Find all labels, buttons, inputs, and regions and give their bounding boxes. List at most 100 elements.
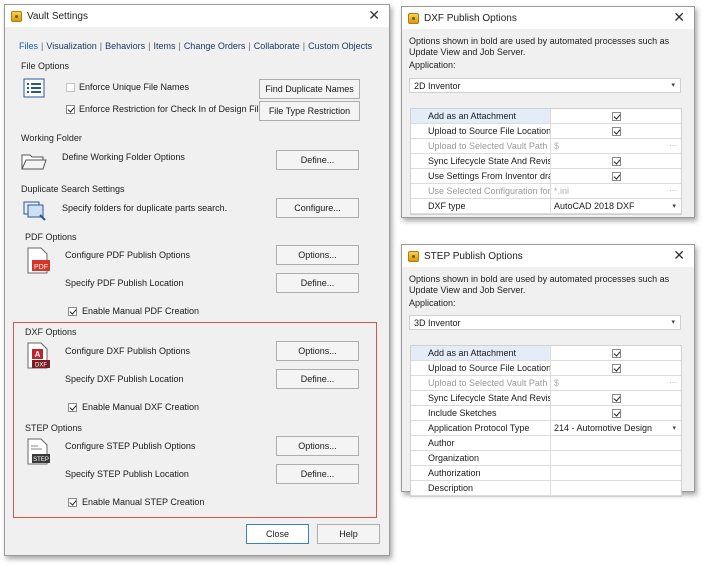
table-row[interactable]: Authorization <box>411 466 681 481</box>
row-label: Add as an Attachment <box>411 346 551 360</box>
step-application-label: Application: <box>409 298 456 308</box>
row-checkbox[interactable] <box>612 394 621 403</box>
close-icon[interactable]: ✕ <box>673 248 685 262</box>
row-value[interactable]: 214 - Automotive Design <box>554 423 652 433</box>
step-define-button[interactable]: Define... <box>276 464 359 484</box>
dxf-define-button[interactable]: Define... <box>276 369 359 389</box>
tab-files[interactable]: Files <box>19 41 38 51</box>
working-folder-text: Define Working Folder Options <box>62 152 185 162</box>
table-row[interactable]: Add as an Attachment <box>411 346 681 361</box>
row-label: Author <box>411 436 551 450</box>
row-label: Authorization <box>411 466 551 480</box>
folder-icon <box>21 154 47 170</box>
table-row[interactable]: Use Settings From Inventor dra... <box>411 169 681 184</box>
row-value: *.ini <box>554 186 570 196</box>
dxf-icon-letter: A <box>35 350 41 359</box>
table-row: Upload to Selected Vault Path $ ··· <box>411 139 681 154</box>
table-row: Use Selected Configuration for ... *.ini… <box>411 184 681 199</box>
manual-pdf-checkbox[interactable] <box>68 307 77 316</box>
row-value-editor[interactable] <box>551 436 681 450</box>
table-row[interactable]: Description <box>411 481 681 496</box>
step-title-bar: STEP Publish Options ✕ <box>402 245 694 267</box>
tab-change-orders[interactable]: Change Orders <box>184 41 246 51</box>
manual-pdf-label: Enable Manual PDF Creation <box>82 306 200 316</box>
ellipsis-icon: ··· <box>669 141 677 150</box>
row-label: Upload to Source File Location <box>411 361 551 375</box>
duplicate-search-icon <box>23 201 46 221</box>
tab-items[interactable]: Items <box>153 41 175 51</box>
manual-step-checkbox[interactable] <box>68 498 77 507</box>
pdf-icon-text: PDF <box>34 264 48 271</box>
row-label: Application Protocol Type <box>411 421 551 435</box>
manual-dxf-checkbox[interactable] <box>68 403 77 412</box>
row-value-editor[interactable] <box>551 451 681 465</box>
table-row[interactable]: Add as an Attachment <box>411 109 681 124</box>
close-button[interactable]: Close <box>246 524 309 544</box>
row-checkbox[interactable] <box>612 172 621 181</box>
row-checkbox[interactable] <box>612 349 621 358</box>
working-folder-label: Working Folder <box>21 133 82 143</box>
close-icon[interactable]: ✕ <box>673 10 685 24</box>
row-value: $ <box>554 378 560 388</box>
chevron-down-icon: ▾ <box>672 425 676 432</box>
row-value[interactable]: AutoCAD 2018 DXF <box>554 201 635 211</box>
dxf-app-icon <box>408 12 419 24</box>
table-row: Upload to Selected Vault Path $ ··· <box>411 376 681 391</box>
close-icon[interactable]: ✕ <box>368 8 380 22</box>
step-options-grid: Add as an Attachment Upload to Source Fi… <box>410 345 682 497</box>
step-file-icon: STEP <box>27 438 50 465</box>
step-application-value: 3D Inventor <box>414 317 461 328</box>
pdf-options-button[interactable]: Options... <box>276 245 359 265</box>
table-row[interactable]: Organization <box>411 451 681 466</box>
dxf-application-select[interactable]: 2D Inventor ▾ <box>409 78 681 93</box>
pdf-file-icon: PDF <box>27 247 50 274</box>
step-application-select[interactable]: 3D Inventor ▾ <box>409 315 681 330</box>
row-value-editor[interactable] <box>551 466 681 480</box>
table-row[interactable]: Upload to Source File Location <box>411 124 681 139</box>
dxf-dialog-title: DXF Publish Options <box>424 12 517 24</box>
step-icon-text: STEP <box>33 457 49 463</box>
dxf-options-label: DXF Options <box>25 327 77 337</box>
list-icon <box>23 78 45 98</box>
step-options-label: STEP Options <box>25 423 82 433</box>
row-checkbox[interactable] <box>612 364 621 373</box>
pdf-options-label: PDF Options <box>25 232 77 242</box>
unique-names-checkbox[interactable] <box>66 83 75 92</box>
table-row[interactable]: Include Sketches <box>411 406 681 421</box>
step-options-button[interactable]: Options... <box>276 436 359 456</box>
tab-collaborate[interactable]: Collaborate <box>254 41 300 51</box>
row-checkbox[interactable] <box>612 409 621 418</box>
dxf-application-label: Application: <box>409 60 456 70</box>
row-label: Sync Lifecycle State And Revisi... <box>411 391 551 405</box>
help-button[interactable]: Help <box>317 524 380 544</box>
dxf-options-button[interactable]: Options... <box>276 341 359 361</box>
table-row[interactable]: Sync Lifecycle State And Revisi... <box>411 391 681 406</box>
row-label: Organization <box>411 451 551 465</box>
table-row[interactable]: Application Protocol Type 214 - Automoti… <box>411 421 681 436</box>
step-app-icon <box>408 250 419 262</box>
step-location-text: Specify STEP Publish Location <box>65 469 189 479</box>
row-checkbox[interactable] <box>612 157 621 166</box>
dxf-options-grid: Add as an Attachment Upload to Source Fi… <box>410 108 682 215</box>
row-checkbox[interactable] <box>612 127 621 136</box>
table-row[interactable]: DXF type AutoCAD 2018 DXF ▾ <box>411 199 681 214</box>
tab-behaviors[interactable]: Behaviors <box>105 41 145 51</box>
tab-visualization[interactable]: Visualization <box>46 41 96 51</box>
table-row[interactable]: Author <box>411 436 681 451</box>
table-row[interactable]: Upload to Source File Location <box>411 361 681 376</box>
find-duplicate-names-button[interactable]: Find Duplicate Names <box>259 79 360 99</box>
file-type-restriction-button[interactable]: File Type Restriction <box>259 101 360 121</box>
row-value: $ <box>554 141 560 151</box>
duplicate-search-configure-button[interactable]: Configure... <box>276 198 359 218</box>
row-value-editor[interactable] <box>551 481 681 495</box>
file-options-label: File Options <box>21 61 70 71</box>
row-checkbox[interactable] <box>612 112 621 121</box>
tab-custom-objects[interactable]: Custom Objects <box>308 41 372 51</box>
table-row[interactable]: Sync Lifecycle State And Revisi... <box>411 154 681 169</box>
working-folder-define-button[interactable]: Define... <box>276 150 359 170</box>
restriction-checkbox[interactable] <box>66 105 75 114</box>
pdf-define-button[interactable]: Define... <box>276 273 359 293</box>
dxf-location-text: Specify DXF Publish Location <box>65 374 184 384</box>
row-label: Upload to Source File Location <box>411 124 551 138</box>
vault-app-icon <box>11 10 22 22</box>
